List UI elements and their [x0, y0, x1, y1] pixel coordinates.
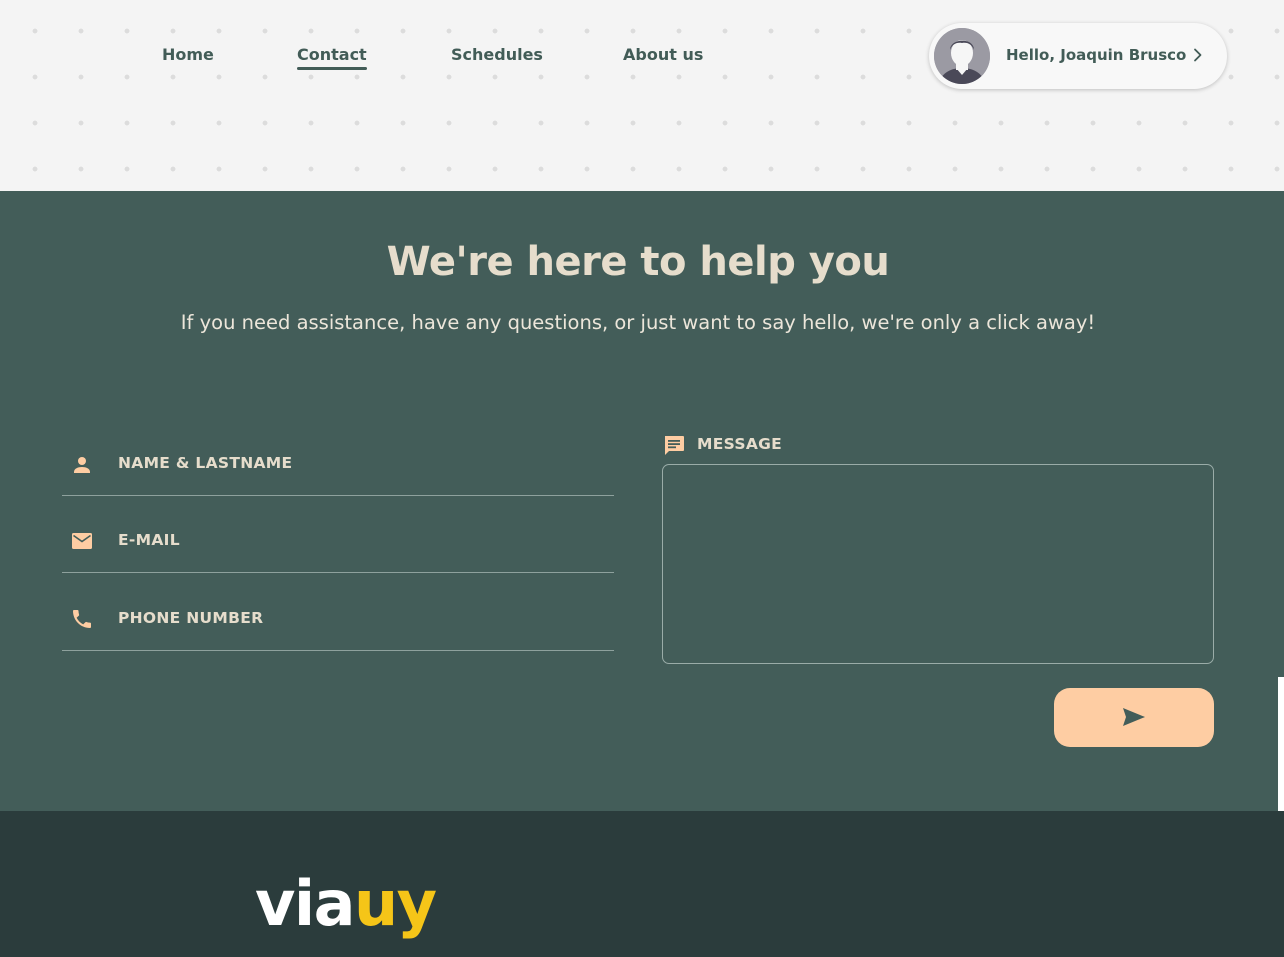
edge-strip	[1278, 677, 1284, 811]
site-header: Home Contact Schedules About us Hello, J…	[0, 0, 1284, 191]
page-subtitle: If you need assistance, have any questio…	[180, 311, 1096, 334]
mail-icon	[72, 533, 92, 549]
name-field[interactable]: NAME & LASTNAME	[62, 419, 614, 496]
email-label: E-MAIL	[118, 531, 180, 549]
nav-home[interactable]: Home	[162, 45, 214, 64]
email-field[interactable]: E-MAIL	[62, 496, 614, 573]
nav-about-us[interactable]: About us	[623, 45, 703, 64]
phone-label: PHONE NUMBER	[118, 609, 264, 627]
phone-field[interactable]: PHONE NUMBER	[62, 574, 614, 651]
avatar	[934, 28, 990, 84]
phone-icon	[73, 610, 91, 628]
logo-text-uy: uy	[354, 867, 437, 940]
message-label: MESSAGE	[697, 435, 783, 453]
nav-contact[interactable]: Contact	[297, 45, 367, 70]
chevron-right-icon	[1194, 48, 1202, 62]
avatar-person-icon	[934, 28, 990, 84]
page-title: We're here to help you	[386, 239, 890, 285]
message-header: MESSAGE	[662, 433, 782, 459]
send-icon	[1123, 708, 1145, 726]
user-greeting: Hello, Joaquin Brusco	[1006, 46, 1187, 64]
send-button[interactable]	[1054, 688, 1214, 747]
nav-schedules[interactable]: Schedules	[451, 45, 543, 64]
site-footer: viauy	[0, 811, 1284, 957]
person-icon	[74, 457, 90, 473]
logo-text-via: via	[255, 867, 356, 940]
contact-section: We're here to help you If you need assis…	[0, 191, 1284, 811]
message-textarea[interactable]	[662, 464, 1214, 664]
chat-message-icon	[665, 436, 684, 455]
user-menu-button[interactable]: Hello, Joaquin Brusco	[929, 23, 1227, 89]
site-logo[interactable]: viauy	[255, 873, 437, 935]
name-label: NAME & LASTNAME	[118, 454, 293, 472]
